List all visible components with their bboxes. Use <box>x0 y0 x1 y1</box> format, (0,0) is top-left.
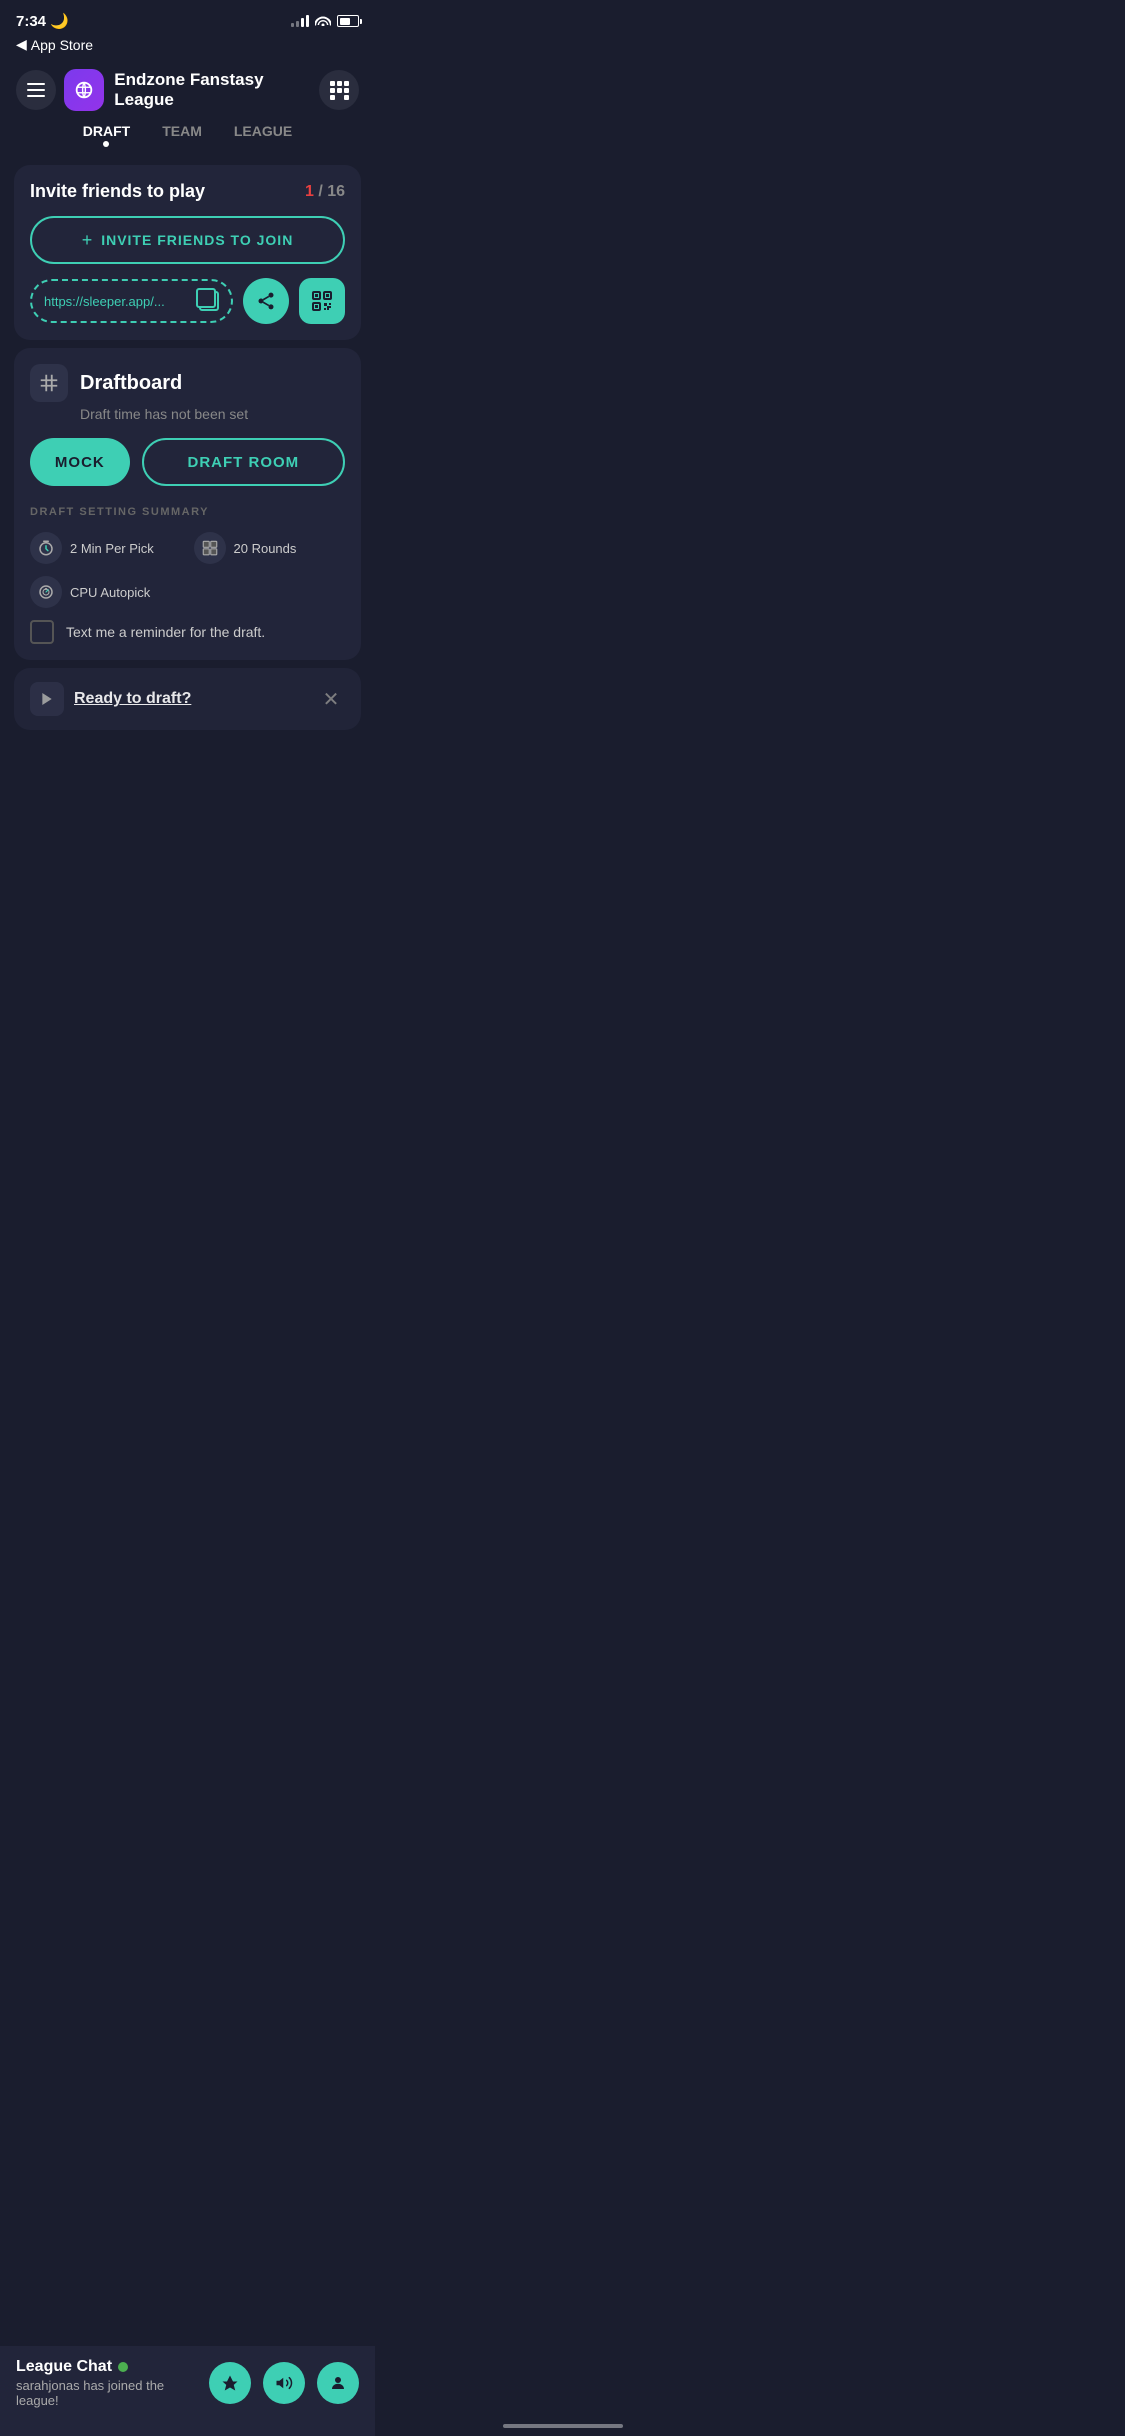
draftboard-title: Draftboard <box>80 372 182 395</box>
ready-to-draft-banner: Ready to draft? ✕ <box>14 668 361 730</box>
invite-button-label: INVITE FRIENDS TO JOIN <box>101 232 293 248</box>
draft-subtitle: Draft time has not been set <box>80 406 345 422</box>
signal-icon <box>291 15 309 27</box>
time: 7:34 <box>16 13 46 30</box>
menu-button[interactable] <box>16 70 56 110</box>
chat-title-row: League Chat <box>16 2358 209 2376</box>
tab-team[interactable]: TEAM <box>162 123 202 145</box>
setting-label-timer: 2 Min Per Pick <box>70 541 154 556</box>
share-button[interactable] <box>243 278 289 324</box>
online-dot <box>118 2362 128 2372</box>
invite-header: Invite friends to play 1 / 16 <box>30 181 345 202</box>
setting-item-autopick: CPU Autopick <box>30 576 345 608</box>
nav-tabs: DRAFT TEAM LEAGUE <box>0 115 375 157</box>
header-center: Endzone Fanstasy League <box>56 69 319 111</box>
sound-button[interactable] <box>263 2362 305 2404</box>
setting-item-timer: 2 Min Per Pick <box>30 532 182 564</box>
invite-card: Invite friends to play 1 / 16 + INVITE F… <box>14 165 361 340</box>
profile-button[interactable] <box>317 2362 359 2404</box>
pin-button[interactable] <box>209 2362 251 2404</box>
reminder-row: Text me a reminder for the draft. <box>30 620 345 644</box>
home-indicator <box>503 2424 623 2428</box>
grid-icon <box>330 81 349 100</box>
invite-link-box[interactable]: https://sleeper.app/... <box>30 279 233 323</box>
league-icon <box>64 69 104 111</box>
back-label: App Store <box>31 37 93 53</box>
setting-label-autopick: CPU Autopick <box>70 585 150 600</box>
qr-code-button[interactable] <box>299 278 345 324</box>
chat-title: League Chat <box>16 2358 112 2376</box>
timer-icon <box>30 532 62 564</box>
autopick-icon <box>30 576 62 608</box>
play-icon <box>30 682 64 716</box>
grid-hash-icon <box>38 372 60 394</box>
invite-friends-button[interactable]: + INVITE FRIENDS TO JOIN <box>30 216 345 264</box>
draftboard-icon <box>30 364 68 402</box>
draft-room-button[interactable]: DRAFT ROOM <box>142 438 345 486</box>
invite-title: Invite friends to play <box>30 181 205 202</box>
moon-icon: 🌙 <box>50 12 69 30</box>
setting-item-rounds: 20 Rounds <box>194 532 346 564</box>
tab-league[interactable]: LEAGUE <box>234 123 292 145</box>
reminder-checkbox[interactable] <box>30 620 54 644</box>
league-name: Endzone Fanstasy League <box>114 70 319 110</box>
banner-left: Ready to draft? <box>30 682 191 716</box>
wifi-icon <box>315 14 331 29</box>
qr-icon <box>310 289 334 313</box>
plus-icon: + <box>82 230 94 251</box>
invite-count: 1 / 16 <box>305 183 345 201</box>
back-arrow: ◀ <box>16 36 27 53</box>
invite-count-total: 16 <box>327 183 345 200</box>
hamburger-line-2 <box>27 89 45 91</box>
mock-button[interactable]: MOCK <box>30 438 130 486</box>
invite-count-current: 1 <box>305 183 314 200</box>
status-bar: 7:34 🌙 <box>0 0 375 34</box>
hamburger-line-1 <box>27 83 45 85</box>
draftboard-header: Draftboard <box>30 364 345 402</box>
app-header: Endzone Fanstasy League <box>0 61 375 115</box>
draftboard-card: Draftboard Draft time has not been set M… <box>14 348 361 660</box>
draft-buttons: MOCK DRAFT ROOM <box>30 438 345 486</box>
chat-subtitle: sarahjonas has joined the league! <box>16 2378 209 2408</box>
share-icon <box>256 291 276 311</box>
chat-actions <box>209 2362 359 2404</box>
battery-icon <box>337 15 359 27</box>
setting-label-rounds: 20 Rounds <box>234 541 297 556</box>
tab-draft[interactable]: DRAFT <box>83 123 130 145</box>
copy-icon <box>199 291 219 311</box>
hamburger-line-3 <box>27 95 45 97</box>
close-button[interactable]: ✕ <box>317 685 345 713</box>
banner-title: Ready to draft? <box>74 690 191 708</box>
status-icons <box>291 14 359 29</box>
link-row: https://sleeper.app/... <box>30 278 345 324</box>
draft-summary-title: DRAFT SETTING SUMMARY <box>30 506 345 518</box>
invite-link-text: https://sleeper.app/... <box>44 294 165 309</box>
reminder-label: Text me a reminder for the draft. <box>66 624 265 640</box>
back-navigation[interactable]: ◀ App Store <box>0 34 375 61</box>
draft-settings: 2 Min Per Pick 20 Rounds <box>30 532 345 608</box>
rounds-icon <box>194 532 226 564</box>
league-chat-bar: League Chat sarahjonas has joined the le… <box>0 2346 375 2436</box>
search-grid-button[interactable] <box>319 70 359 110</box>
invite-count-separator: / <box>318 183 327 200</box>
chat-left: League Chat sarahjonas has joined the le… <box>16 2358 209 2408</box>
